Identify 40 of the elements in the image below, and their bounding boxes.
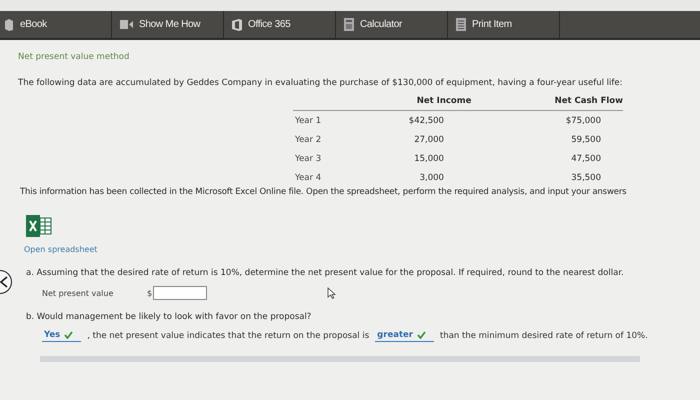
table-cell-text: 3,000 [418,172,445,182]
office-icon [232,18,242,30]
document-icon [456,18,466,31]
table-cell-text: 35,500 [570,172,602,182]
toolbar-button[interactable]: Print Item [448,11,560,38]
mouse-pointer-icon [327,287,336,299]
toolbar-button[interactable]: Calculator [336,11,448,38]
input-field[interactable] [153,286,208,300]
currency-symbol: $ [147,288,152,298]
answer-dropdown[interactable]: greater [375,330,434,342]
toolbar-button[interactable]: Office 365 [224,11,336,38]
video-camera-icon [120,20,133,29]
toolbar-button[interactable]: Show Me How [112,11,224,38]
open-spreadsheet-link[interactable]: Open spreadsheet [24,245,98,254]
answer-text: , the net present value indicates that the return on the proposal is [87,331,370,341]
calculator-icon [344,18,354,31]
row-label: Year 4 [294,172,322,182]
column-header: Net Cash Flow [554,96,623,106]
table-cell-text: 27,000 [413,134,445,144]
question-text: a. Assuming that the desired rate of return is 10%, determine the net present value for the proposal. If required, round to the nearest dollar. [26,268,625,278]
table-cell-text: 59,500 [570,134,602,144]
table-cell-text: $75,000 [564,116,602,126]
spreadsheet-icon[interactable] [26,215,52,237]
table-cell-text: 47,500 [570,154,602,164]
row-label: Year 1 [294,116,322,126]
field-label: Net present value [42,288,114,298]
column-header: Net Income [416,96,472,106]
problem-text: The following data are accumulated by Geddes Company in evaluating the purchase of $130,000 of equipment, having a four-year useful life: [18,78,624,88]
table-cell-text: 15,000 [413,154,445,164]
answer-text: than the minimum desired rate of return of 10%. [440,331,648,341]
chevron-left-icon [0,276,8,288]
book-icon [4,18,14,30]
toolbar-button[interactable]: eBook [0,11,112,38]
section-title: Net present value method [18,52,130,62]
instruction-text: This information has been collected in the Microsoft Excel Online file. Open the spreadsheet, perform the required analysis, and input your answers [20,187,628,197]
table-cell-text: $42,500 [408,116,445,126]
row-label: Year 3 [294,154,322,164]
question-text: b. Would management be likely to look with favor on the proposal? [26,312,312,322]
row-label: Year 2 [294,134,322,144]
answer-dropdown[interactable]: Yes [42,330,82,342]
